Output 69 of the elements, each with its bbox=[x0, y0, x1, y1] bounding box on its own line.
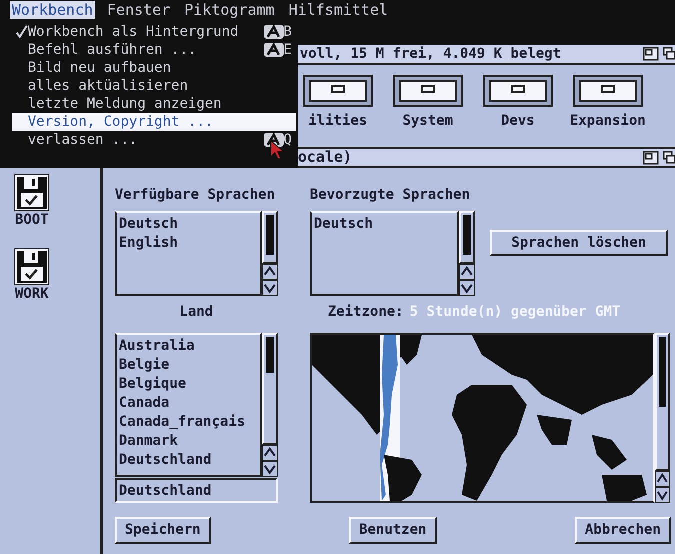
scroll-down-icon[interactable] bbox=[459, 280, 475, 296]
icon-label: BOOT bbox=[15, 212, 49, 228]
check-icon bbox=[16, 25, 28, 39]
scrollbar-knob[interactable] bbox=[659, 337, 666, 407]
country-item[interactable]: Canada bbox=[119, 394, 260, 413]
drawer-icon[interactable] bbox=[303, 75, 373, 107]
floppy-disk-icon[interactable] bbox=[14, 248, 50, 286]
zoom-gadget-icon[interactable] bbox=[643, 150, 659, 164]
scroll-up-icon[interactable] bbox=[459, 264, 475, 280]
country-item[interactable]: Canada_français bbox=[119, 413, 260, 432]
menu-item[interactable]: Version, Copyright ... bbox=[12, 113, 296, 131]
drawer-icon[interactable] bbox=[483, 75, 553, 107]
scroll-up-icon[interactable] bbox=[262, 264, 278, 280]
language-item[interactable]: Deutsch bbox=[119, 215, 260, 234]
window-title-bar[interactable]: ocale) bbox=[298, 147, 675, 168]
depth-gadget-icon[interactable] bbox=[663, 150, 675, 164]
scrollbar-knob[interactable] bbox=[266, 215, 274, 255]
dialog-button[interactable]: Benutzen bbox=[349, 517, 437, 544]
icon-label: Devs bbox=[501, 112, 535, 131]
language-item[interactable]: Deutsch bbox=[314, 215, 457, 234]
icon-label: WORK bbox=[15, 286, 49, 302]
country-item[interactable]: Australia bbox=[119, 337, 260, 356]
icon-label: System bbox=[402, 112, 454, 131]
scrollbar-knob[interactable] bbox=[266, 337, 274, 373]
menu-title[interactable]: Piktogramm bbox=[182, 1, 277, 19]
country-item[interactable]: Deutschland bbox=[119, 451, 260, 470]
list-heading: Bevorzugte Sprachen bbox=[310, 186, 472, 204]
list-box[interactable]: Deutsch bbox=[310, 211, 459, 296]
drawer-icon[interactable] bbox=[393, 75, 463, 107]
scrollbar-knob[interactable] bbox=[463, 215, 471, 255]
list-box[interactable]: Australia Belgie Belgique Canada Canada_français Danmark Deutschland bbox=[115, 333, 262, 477]
menu-title[interactable]: Fenster bbox=[105, 1, 172, 19]
zoom-gadget-icon[interactable] bbox=[643, 47, 659, 61]
scroll-up-icon[interactable] bbox=[655, 471, 670, 487]
clear-languages-button[interactable]: Sprachen löschen bbox=[490, 230, 668, 256]
menu-item[interactable]: Befehl ausführen ... E bbox=[12, 41, 296, 59]
menu-item[interactable]: Workbench als Hintergrund B bbox=[12, 23, 296, 41]
scroll-up-icon[interactable] bbox=[262, 445, 278, 461]
window-title: ocale) bbox=[298, 147, 352, 168]
language-item[interactable]: English bbox=[119, 234, 260, 253]
menu-title[interactable]: Workbench bbox=[10, 1, 96, 19]
dialog-button[interactable]: Abbrechen bbox=[575, 517, 671, 544]
floppy-disk-icon[interactable] bbox=[14, 174, 50, 212]
list-heading: Land bbox=[180, 302, 214, 322]
menu-item[interactable]: Bild neu aufbauen bbox=[12, 59, 296, 77]
drawer-icon[interactable] bbox=[573, 75, 643, 107]
window-title-bar[interactable]: voll, 15 M frei, 4.049 K belegt bbox=[298, 45, 675, 65]
country-item[interactable]: Danmark bbox=[119, 432, 260, 451]
window-title: voll, 15 M frei, 4.049 K belegt bbox=[299, 44, 562, 64]
scroll-down-icon[interactable] bbox=[655, 487, 670, 503]
icon-label: Expansion bbox=[570, 112, 646, 131]
amiga-key-icon bbox=[264, 43, 284, 57]
icon-label: ilities bbox=[308, 112, 368, 131]
dialog-button[interactable]: Speichern bbox=[115, 517, 211, 544]
menu-item[interactable]: alles aktüalisieren bbox=[12, 77, 296, 95]
world-map-drawing[interactable] bbox=[312, 335, 653, 501]
menu-title[interactable]: Hilfsmittel bbox=[286, 1, 390, 19]
country-item[interactable]: Belgie bbox=[119, 356, 260, 375]
amiga-key-icon bbox=[264, 25, 284, 39]
country-item[interactable]: Belgique bbox=[119, 375, 260, 394]
timezone-value: 5 Stunde(n) gegenüber GMT bbox=[410, 302, 621, 322]
country-field[interactable]: Deutschland bbox=[115, 478, 278, 503]
list-box[interactable]: Deutsch English bbox=[115, 211, 262, 296]
menu-item[interactable]: letzte Meldung anzeigen bbox=[12, 95, 296, 113]
depth-gadget-icon[interactable] bbox=[663, 47, 675, 61]
timezone-label: Zeitzone: bbox=[328, 302, 404, 322]
list-heading: Verfügbare Sprachen bbox=[115, 186, 276, 204]
scroll-down-icon[interactable] bbox=[262, 461, 278, 477]
scroll-down-icon[interactable] bbox=[262, 280, 278, 296]
